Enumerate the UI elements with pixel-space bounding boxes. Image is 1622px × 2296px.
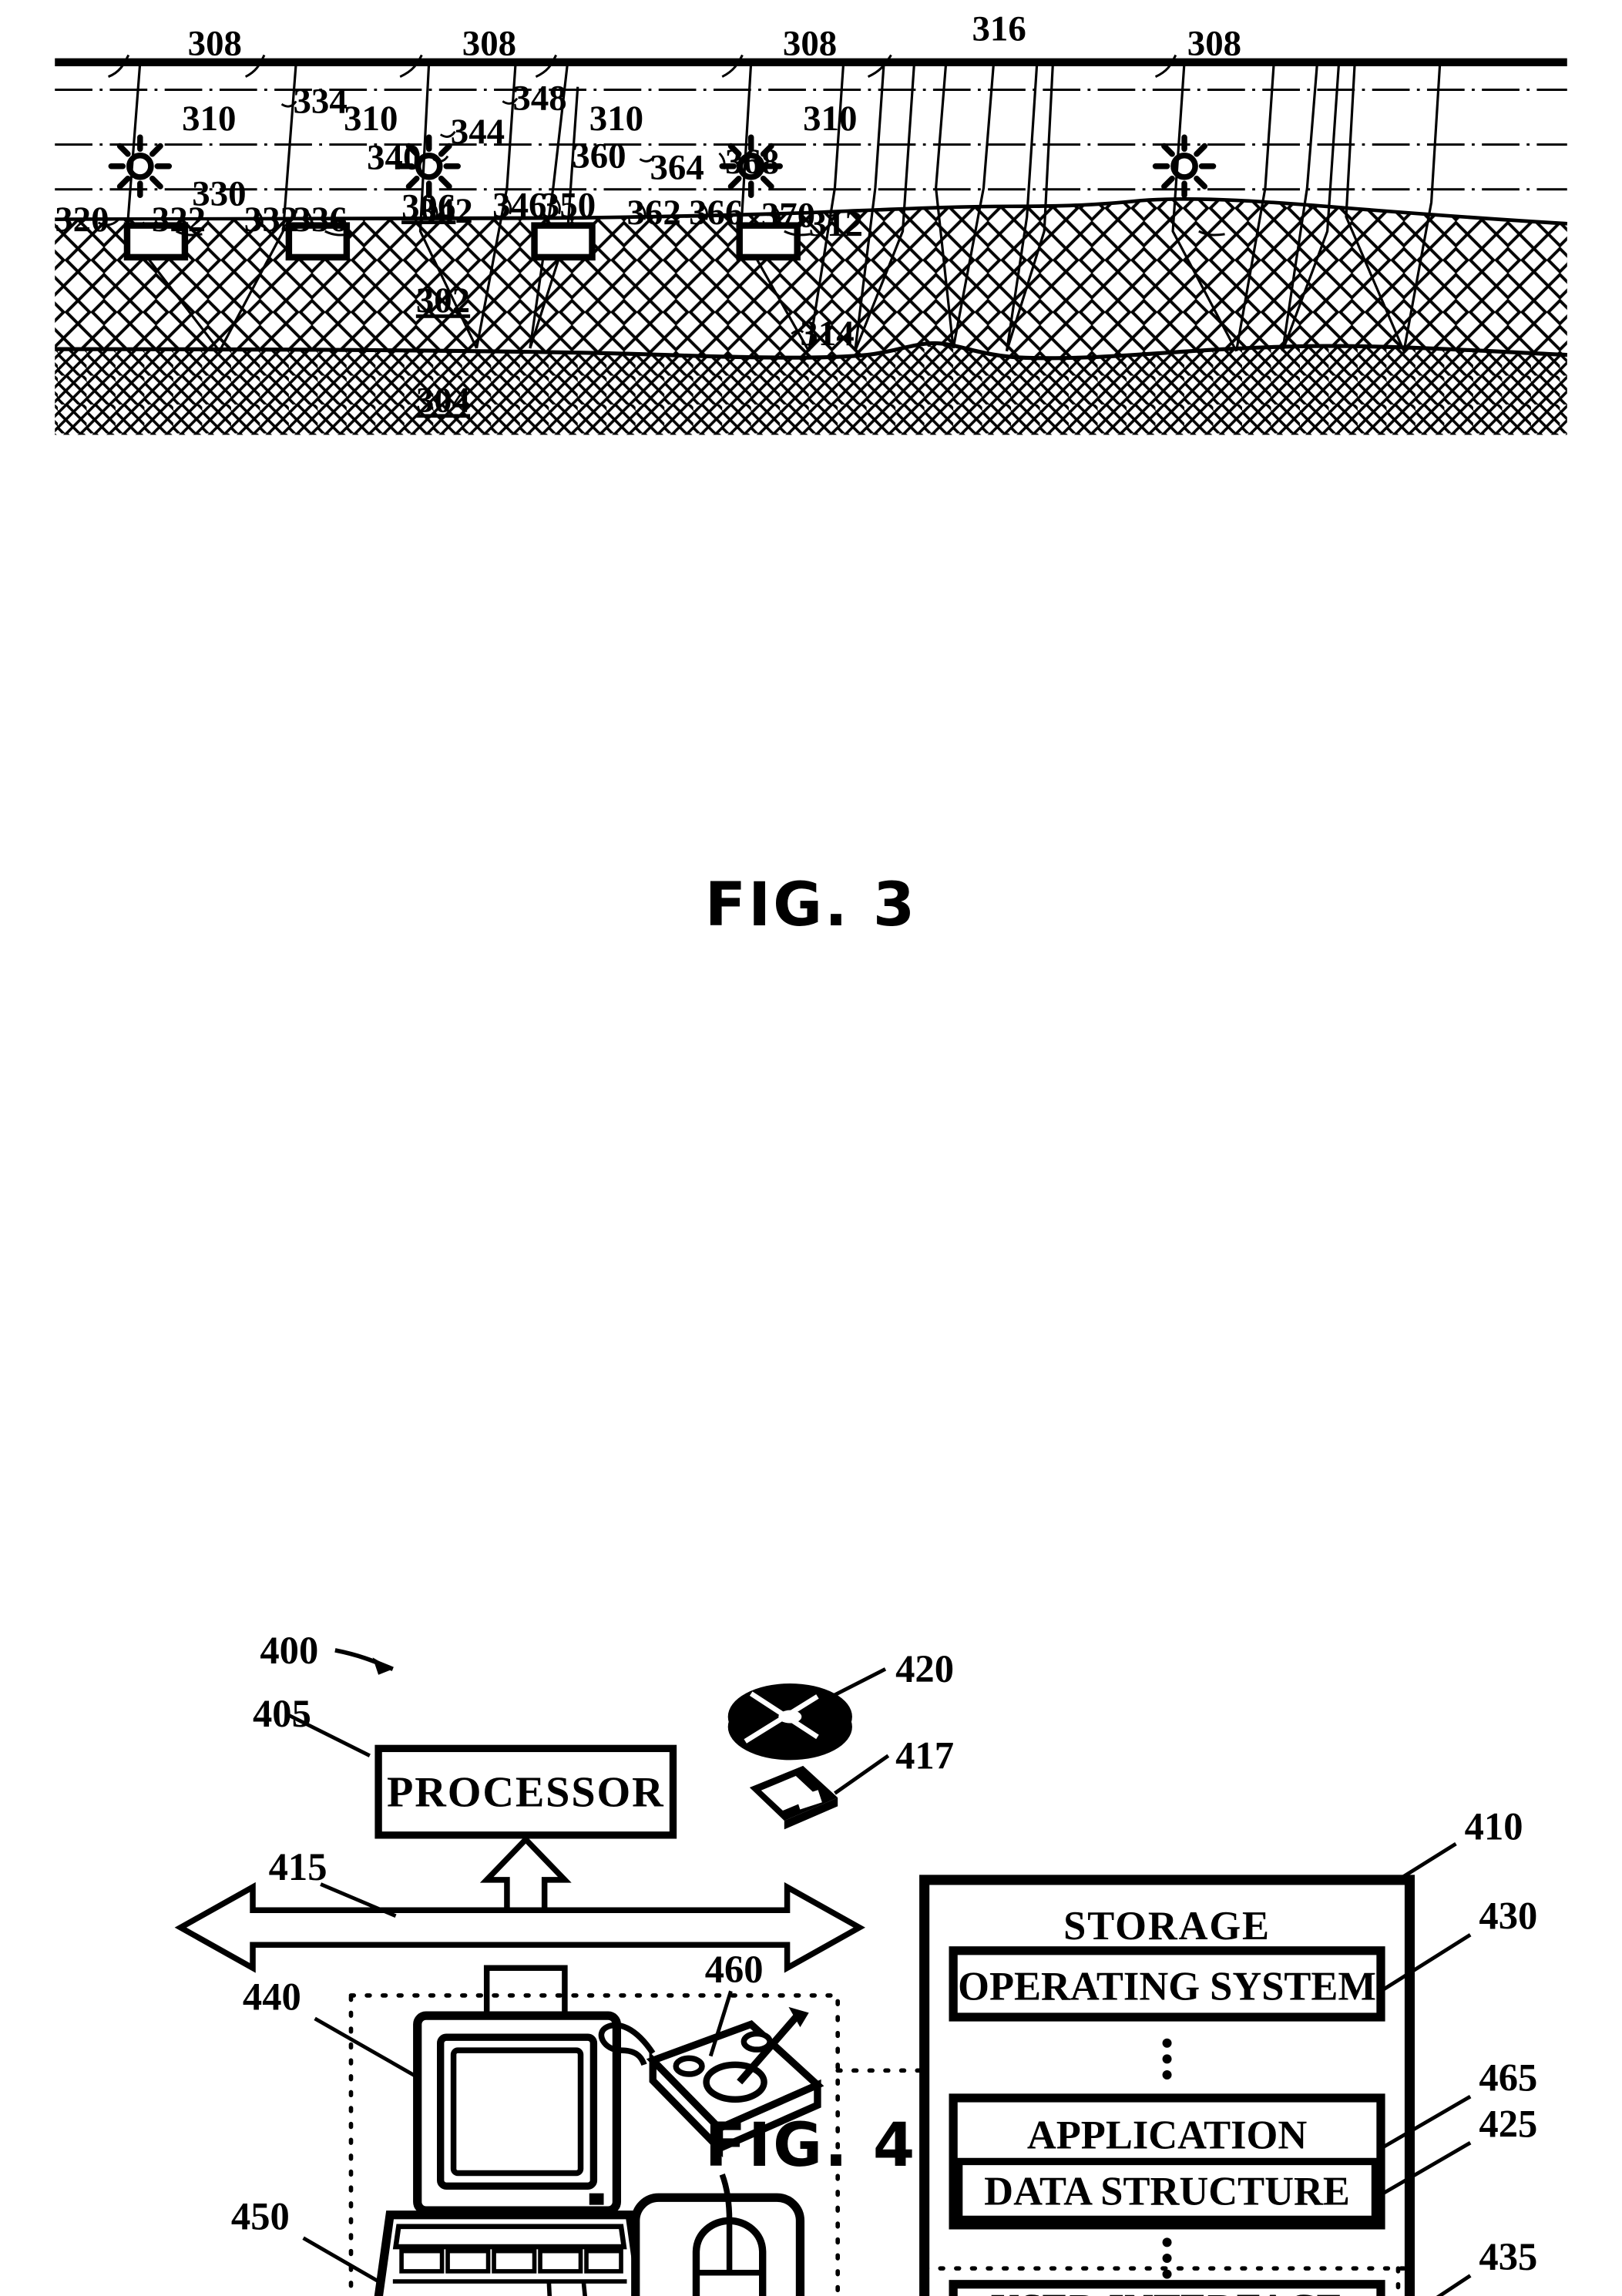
ref-334: 334 xyxy=(294,81,348,121)
ref-435: 435 xyxy=(1479,2235,1537,2278)
peripheral-storage-connectors xyxy=(835,2068,927,2073)
ref-322: 322 xyxy=(152,200,206,240)
source-icon-308 xyxy=(108,134,173,199)
ref-310: 310 xyxy=(803,99,857,139)
floppy-disk-icon xyxy=(749,1765,838,1830)
ref-340: 340 xyxy=(367,138,421,178)
ref-308: 308 xyxy=(1187,23,1241,63)
ref-344: 344 xyxy=(451,112,505,152)
storage-ellipsis-upper xyxy=(1162,2038,1172,2079)
ref-440: 440 xyxy=(243,1975,301,2019)
ref-420: 420 xyxy=(895,1647,954,1690)
processor-label: PROCESSOR xyxy=(387,1768,665,1816)
ref-332: 332 xyxy=(244,200,298,240)
keyboard-icon xyxy=(374,2210,646,2296)
ref-306: 306 xyxy=(401,186,455,227)
ref-362: 362 xyxy=(627,193,681,233)
ref-360: 360 xyxy=(572,136,626,176)
ref-312: 312 xyxy=(809,204,863,244)
source-icon-308 xyxy=(1152,134,1217,199)
lead-450 xyxy=(302,2236,380,2284)
operating-system-label: OPERATING SYSTEM xyxy=(958,1965,1376,2009)
ref-316: 316 xyxy=(972,9,1026,49)
ref-302: 302 xyxy=(416,280,470,321)
figure-3-seismic-survey-diagram: 308 308 308 316 308 310 310 310 310 334 … xyxy=(55,9,1568,435)
ref-314: 314 xyxy=(800,314,854,354)
receiver-icon-310 xyxy=(531,222,596,261)
lead-420 xyxy=(816,1667,887,1706)
ref-366: 366 xyxy=(689,193,743,233)
processor-bus-arrow xyxy=(479,1835,572,1919)
ref-348: 348 xyxy=(512,79,566,119)
ref-450: 450 xyxy=(231,2195,290,2238)
lead-440 xyxy=(314,2016,418,2078)
ref-304: 304 xyxy=(416,380,470,420)
ref-417: 417 xyxy=(895,1734,954,1777)
lead-417 xyxy=(834,1754,890,1795)
ref-405: 405 xyxy=(253,1692,311,1735)
user-interface-software-label-line1: USER INTERFACE xyxy=(990,2287,1343,2296)
mouse-icon xyxy=(631,2173,805,2296)
ref-350: 350 xyxy=(542,185,596,225)
ref-370: 370 xyxy=(761,196,815,236)
ref-410: 410 xyxy=(1465,1804,1523,1848)
ref-346: 346 xyxy=(492,185,546,225)
ref-368: 368 xyxy=(725,142,779,182)
figure-4-caption: FIG. 4 xyxy=(704,2111,918,2180)
ref-400: 400 xyxy=(260,1629,318,1672)
ref-415: 415 xyxy=(269,1845,327,1888)
storage-title: STORAGE xyxy=(1063,1904,1271,1949)
ref-308: 308 xyxy=(462,23,516,63)
ref-310: 310 xyxy=(344,99,398,139)
ref-308: 308 xyxy=(188,23,242,63)
ref-430: 430 xyxy=(1479,1895,1537,1938)
ref-310: 310 xyxy=(182,99,236,139)
figure-3-caption: FIG. 3 xyxy=(704,871,918,940)
ref-336: 336 xyxy=(294,200,348,240)
ref-465: 465 xyxy=(1479,2056,1537,2100)
ref-320: 320 xyxy=(55,200,109,240)
ref-364: 364 xyxy=(650,148,704,188)
system-400-arrow xyxy=(334,1648,394,1675)
ref-308: 308 xyxy=(783,23,837,63)
ref-310: 310 xyxy=(589,99,643,139)
storage-ellipsis-lower xyxy=(1162,2237,1172,2279)
patent-drawing-sheet: 308 308 308 316 308 310 310 310 310 334 … xyxy=(0,0,1622,2296)
ref-460: 460 xyxy=(705,1948,764,1991)
